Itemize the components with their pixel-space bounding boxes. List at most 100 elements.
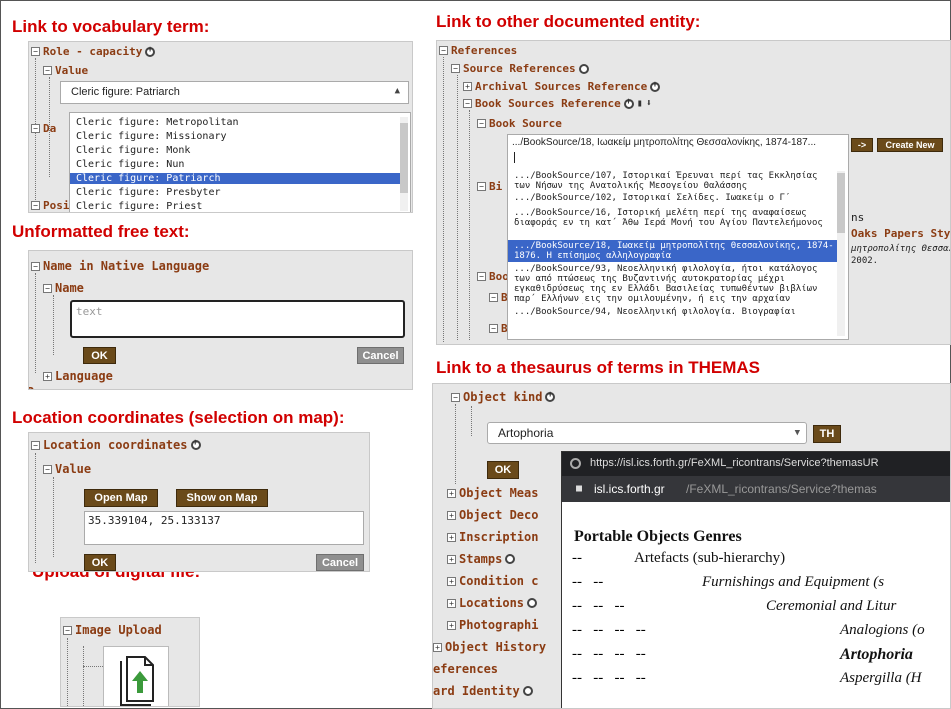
source-references-row[interactable]: − Source References <box>451 62 589 75</box>
expand-icon[interactable]: + <box>447 532 456 542</box>
collapse-icon[interactable]: − <box>489 293 498 302</box>
collapse-icon[interactable]: − <box>477 119 486 128</box>
settings-icon[interactable] <box>578 63 589 74</box>
add-icon[interactable] <box>650 80 661 92</box>
entity-option[interactable]: .../BookSource/94, Νεοελληνική φιλολογία… <box>508 307 838 317</box>
add-icon[interactable] <box>545 390 556 402</box>
collapse-icon[interactable]: − <box>439 46 448 55</box>
chevron-down-icon[interactable]: ▼ <box>795 428 800 438</box>
collapse-icon[interactable]: − <box>63 625 72 635</box>
vocab-option[interactable]: Cleric figure: Nun <box>70 159 400 170</box>
ok-button[interactable]: OK <box>83 347 116 364</box>
dropdown-arrow-icon[interactable]: ▲ <box>395 86 400 96</box>
role-capacity-row[interactable]: − Role - capacity <box>31 45 156 58</box>
object-kind-row[interactable]: − Object kind <box>451 390 556 404</box>
collapse-icon[interactable]: − <box>451 392 460 402</box>
show-on-map-button[interactable]: Show on Map <box>176 489 268 507</box>
collapse-icon[interactable]: − <box>31 440 40 450</box>
expand-icon[interactable]: + <box>43 371 52 381</box>
ok-button[interactable]: OK <box>84 554 116 571</box>
collapse-icon[interactable]: − <box>477 182 486 191</box>
tree-term[interactable]: Analogions (o <box>840 622 925 639</box>
file-upload-icon[interactable] <box>117 655 157 707</box>
language-row[interactable]: + Language <box>43 369 113 383</box>
scrollbar[interactable] <box>400 117 408 211</box>
open-map-button[interactable]: Open Map <box>84 489 158 507</box>
address-bar[interactable]: ■ isl.ics.forth.gr /FeXML_ricontrans/Ser… <box>562 476 950 502</box>
tree-term[interactable]: Ceremonial and Litur <box>766 598 896 615</box>
expand-icon[interactable]: + <box>447 576 456 586</box>
collapse-icon[interactable]: − <box>451 64 460 73</box>
scrollbar-thumb[interactable] <box>400 123 408 193</box>
expand-icon[interactable]: + <box>447 598 456 608</box>
entity-option[interactable]: .../BookSource/93, Νεοελληνική φιλολογία… <box>508 264 838 304</box>
thesaurus-term-select[interactable]: Artophoria ▼ <box>487 422 807 444</box>
references-row[interactable]: − References <box>439 44 517 57</box>
collapse-icon[interactable]: − <box>477 272 486 281</box>
collapse-icon[interactable]: − <box>489 324 498 333</box>
vocab-option[interactable]: Cleric figure: Monk <box>70 145 400 156</box>
collapse-icon[interactable]: − <box>31 124 40 133</box>
tree-term[interactable]: Artefacts (sub-hierarchy) <box>634 550 785 567</box>
collapse-icon[interactable]: − <box>31 261 40 271</box>
object-history-row[interactable]: + Object History <box>433 640 546 654</box>
bi-row[interactable]: − Bi <box>477 180 502 193</box>
scrollbar[interactable] <box>837 171 845 336</box>
add-icon[interactable] <box>190 438 201 450</box>
thesaurus-button[interactable]: TH <box>813 425 841 443</box>
collapse-icon[interactable]: − <box>43 283 52 293</box>
vocab-option[interactable]: Cleric figure: Presbyter <box>70 187 400 198</box>
link-arrow-button[interactable]: -> <box>851 138 873 152</box>
entity-search-input[interactable]: .../BookSource/18, Ιωακείμ μητροπολίτης … <box>512 137 844 148</box>
cancel-button[interactable]: Cancel <box>316 554 364 571</box>
cancel-button[interactable]: Cancel <box>357 347 404 364</box>
settings-icon[interactable] <box>522 686 533 696</box>
create-new-button[interactable]: Create New <box>877 138 943 152</box>
add-icon[interactable] <box>623 97 634 109</box>
location-coordinates-row[interactable]: − Location coordinates <box>31 438 201 452</box>
expand-icon[interactable]: + <box>433 642 442 652</box>
tree-term[interactable]: Furnishings and Equipment (s <box>702 574 884 591</box>
name-row[interactable]: − Name <box>43 281 84 295</box>
settings-icon[interactable] <box>505 554 516 564</box>
arrow-down-icon[interactable]: ⬇ <box>646 98 652 109</box>
coordinates-textarea[interactable]: 35.339104, 25.133137 <box>84 511 364 545</box>
image-upload-row[interactable]: − Image Upload <box>63 623 162 637</box>
expand-icon[interactable]: + <box>447 620 456 630</box>
native-language-row[interactable]: − Name in Native Language <box>31 259 209 273</box>
condition-row[interactable]: + Condition c <box>447 574 538 588</box>
vocab-option[interactable]: Cleric figure: Missionary <box>70 131 400 142</box>
expand-icon[interactable]: + <box>447 554 456 564</box>
entity-option[interactable]: .../BookSource/107, Ιστορικαί Έρευναι πε… <box>508 171 838 191</box>
vocab-option[interactable]: Cleric figure: Metropolitan <box>70 117 400 128</box>
archival-sources-row[interactable]: + Archival Sources Reference <box>463 80 661 93</box>
expand-icon[interactable]: + <box>447 510 456 520</box>
expand-icon[interactable]: + <box>463 82 472 91</box>
collapse-icon[interactable]: − <box>31 47 40 56</box>
entity-option-selected[interactable]: .../BookSource/18, Ιωακείμ μητροπολίτης … <box>508 240 838 262</box>
book-sources-row[interactable]: − Book Sources Reference ▮ ⬇ <box>463 97 652 110</box>
entity-option[interactable]: .../BookSource/16, Ιστορική μελέτη περί … <box>508 208 838 238</box>
collapse-icon[interactable]: − <box>31 201 40 210</box>
scrollbar-thumb[interactable] <box>837 173 845 233</box>
inscriptions-row[interactable]: + Inscription <box>447 530 538 544</box>
expand-icon[interactable]: + <box>447 488 456 498</box>
vocabulary-select[interactable]: Cleric figure: Patriarch ▲ <box>60 81 409 104</box>
entity-option[interactable]: .../BookSource/102, Ιστορικαί Σελίδες. Ι… <box>508 193 838 203</box>
tree-term-selected[interactable]: Artophoria <box>840 646 913 664</box>
settings-icon[interactable] <box>527 598 538 608</box>
locations-row[interactable]: + Locations <box>447 596 538 610</box>
book-source-row[interactable]: − Book Source <box>477 117 562 130</box>
collapse-icon[interactable]: − <box>463 99 472 108</box>
add-icon[interactable] <box>145 45 156 57</box>
native-name-textarea[interactable]: text <box>70 300 405 338</box>
photographs-row[interactable]: + Photographi <box>447 618 538 632</box>
date-row[interactable]: − Da <box>31 122 56 135</box>
references-row[interactable]: eferences <box>433 662 498 676</box>
value-row[interactable]: − Value <box>43 64 88 77</box>
card-identity-row[interactable]: ard Identity <box>433 684 533 698</box>
value-row[interactable]: − Value <box>43 462 91 476</box>
tree-term[interactable]: Aspergilla (H <box>840 670 922 687</box>
object-decoration-row[interactable]: + Object Deco <box>447 508 538 522</box>
vocab-option[interactable]: Cleric figure: Priest <box>70 201 400 212</box>
